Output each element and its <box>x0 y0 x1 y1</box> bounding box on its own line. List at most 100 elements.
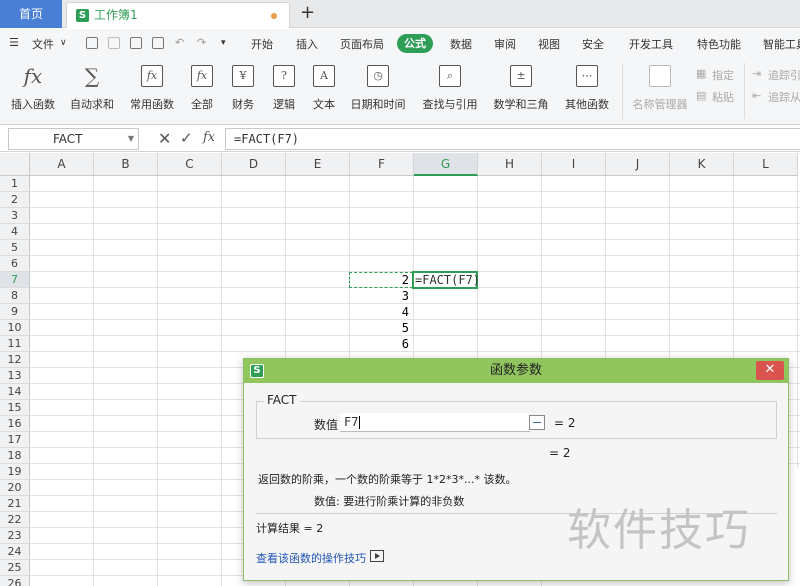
specify-button[interactable]: 指定 <box>712 67 734 83</box>
unsaved-dot-icon <box>271 13 277 19</box>
column-header-i[interactable]: I <box>542 153 606 176</box>
column-header-c[interactable]: C <box>158 153 222 176</box>
chevron-down-icon[interactable]: ∨ <box>60 38 67 48</box>
range-picker-icon[interactable] <box>529 415 545 430</box>
column-header-e[interactable]: E <box>286 153 350 176</box>
cell-f8[interactable]: 3 <box>349 288 411 304</box>
row-header-23[interactable]: 23 <box>0 528 30 544</box>
row-header-26[interactable]: 26 <box>0 576 30 586</box>
print-icon[interactable] <box>130 37 142 49</box>
autosum-button[interactable]: ∑ 自动求和 <box>66 65 118 112</box>
column-header-d[interactable]: D <box>222 153 286 176</box>
cancel-icon[interactable]: ✕ <box>158 129 171 148</box>
menu-smart-tools[interactable]: 智能工具 <box>763 36 800 52</box>
row-header-10[interactable]: 10 <box>0 320 30 336</box>
text-button[interactable]: A 文本 <box>308 65 340 112</box>
row-header-17[interactable]: 17 <box>0 432 30 448</box>
redo-icon[interactable]: ↷ <box>197 36 206 49</box>
common-functions-button[interactable]: fx 常用函数 <box>126 65 178 112</box>
row-header-2[interactable]: 2 <box>0 192 30 208</box>
row-header-21[interactable]: 21 <box>0 496 30 512</box>
row-header-1[interactable]: 1 <box>0 176 30 192</box>
cell-f11[interactable]: 6 <box>349 336 411 352</box>
parameter-description: 数值: 要进行阶乘计算的非负数 <box>314 495 465 508</box>
save-icon[interactable] <box>86 37 98 49</box>
lookup-button[interactable]: ⌕ 查找与引用 <box>418 65 482 112</box>
name-box[interactable]: FACT ▼ <box>8 128 139 150</box>
column-header-g[interactable]: G <box>414 153 478 176</box>
paste-button[interactable]: 粘贴 <box>712 89 734 105</box>
hamburger-icon[interactable]: ☰ <box>9 36 19 49</box>
row-header-8[interactable]: 8 <box>0 288 30 304</box>
confirm-icon[interactable]: ✓ <box>180 129 193 147</box>
row-header-9[interactable]: 9 <box>0 304 30 320</box>
row-header-7[interactable]: 7 <box>0 272 30 288</box>
print-preview-icon[interactable] <box>152 37 164 49</box>
dialog-title-bar[interactable]: 函数参数 S ✕ <box>244 359 788 383</box>
menu-page-layout[interactable]: 页面布局 <box>340 36 384 52</box>
undo-icon[interactable]: ↶ <box>175 36 184 49</box>
menu-formula[interactable]: 公式 <box>397 34 433 53</box>
row-header-22[interactable]: 22 <box>0 512 30 528</box>
menu-developer[interactable]: 开发工具 <box>629 36 673 52</box>
row-header-20[interactable]: 20 <box>0 480 30 496</box>
tab-workbook[interactable]: S 工作簿1 <box>66 2 290 28</box>
help-link[interactable]: 查看该函数的操作技巧 <box>256 550 366 566</box>
quick-access-dropdown-icon[interactable]: ▾ <box>221 38 226 48</box>
insert-function-button[interactable]: fx 插入函数 <box>10 65 56 112</box>
row-header-19[interactable]: 19 <box>0 464 30 480</box>
row-header-24[interactable]: 24 <box>0 544 30 560</box>
menu-view[interactable]: 视图 <box>538 36 560 52</box>
column-header-l[interactable]: L <box>734 153 798 176</box>
menu-file[interactable]: 文件 <box>32 36 54 52</box>
menu-review[interactable]: 审阅 <box>494 36 516 52</box>
row-header-6[interactable]: 6 <box>0 256 30 272</box>
close-button[interactable]: ✕ <box>756 361 784 380</box>
row-header-25[interactable]: 25 <box>0 560 30 576</box>
row-header-15[interactable]: 15 <box>0 400 30 416</box>
logic-button[interactable]: ? 逻辑 <box>268 65 300 112</box>
menu-security[interactable]: 安全 <box>582 36 604 52</box>
insert-function-icon[interactable]: fx <box>203 130 215 145</box>
name-manager-button[interactable]: 名称管理器 <box>632 65 688 112</box>
row-header-5[interactable]: 5 <box>0 240 30 256</box>
column-header-b[interactable]: B <box>94 153 158 176</box>
row-header-16[interactable]: 16 <box>0 416 30 432</box>
column-header-j[interactable]: J <box>606 153 670 176</box>
chevron-down-icon[interactable]: ▼ <box>128 129 134 149</box>
all-functions-button[interactable]: fx 全部 <box>186 65 218 112</box>
trace-precedents-button[interactable]: 追踪引 <box>768 67 800 83</box>
row-header-14[interactable]: 14 <box>0 384 30 400</box>
cell-f9[interactable]: 4 <box>349 304 411 320</box>
finance-button[interactable]: ¥ 财务 <box>227 65 259 112</box>
active-cell-g7[interactable]: =FACT(F7) <box>412 271 480 289</box>
video-play-icon[interactable] <box>370 550 384 562</box>
number-argument-input[interactable]: F7 <box>340 413 530 432</box>
ribbon-divider <box>622 63 623 119</box>
datetime-button[interactable]: ◷ 日期和时间 <box>346 65 410 112</box>
column-header-f[interactable]: F <box>350 153 414 176</box>
column-header-k[interactable]: K <box>670 153 734 176</box>
format-painter-icon[interactable] <box>108 37 120 49</box>
select-all-corner[interactable] <box>0 153 30 176</box>
menu-start[interactable]: 开始 <box>251 36 273 52</box>
row-header-11[interactable]: 11 <box>0 336 30 352</box>
row-header-3[interactable]: 3 <box>0 208 30 224</box>
formula-input[interactable]: =FACT(F7) <box>225 128 800 150</box>
cell-f10[interactable]: 5 <box>349 320 411 336</box>
menu-data[interactable]: 数据 <box>450 36 472 52</box>
cell-f7[interactable]: 2 <box>349 272 411 288</box>
other-functions-button[interactable]: ⋯ 其他函数 <box>562 65 612 112</box>
row-header-4[interactable]: 4 <box>0 224 30 240</box>
menu-special[interactable]: 特色功能 <box>697 36 741 52</box>
row-header-18[interactable]: 18 <box>0 448 30 464</box>
row-header-12[interactable]: 12 <box>0 352 30 368</box>
trace-dependents-button[interactable]: 追踪从 <box>768 89 800 105</box>
new-tab-button[interactable]: + <box>300 3 315 23</box>
row-header-13[interactable]: 13 <box>0 368 30 384</box>
menu-insert[interactable]: 插入 <box>296 36 318 52</box>
column-header-a[interactable]: A <box>30 153 94 176</box>
math-button[interactable]: ± 数学和三角 <box>490 65 552 112</box>
tab-home[interactable]: 首页 <box>0 0 62 28</box>
column-header-h[interactable]: H <box>478 153 542 176</box>
